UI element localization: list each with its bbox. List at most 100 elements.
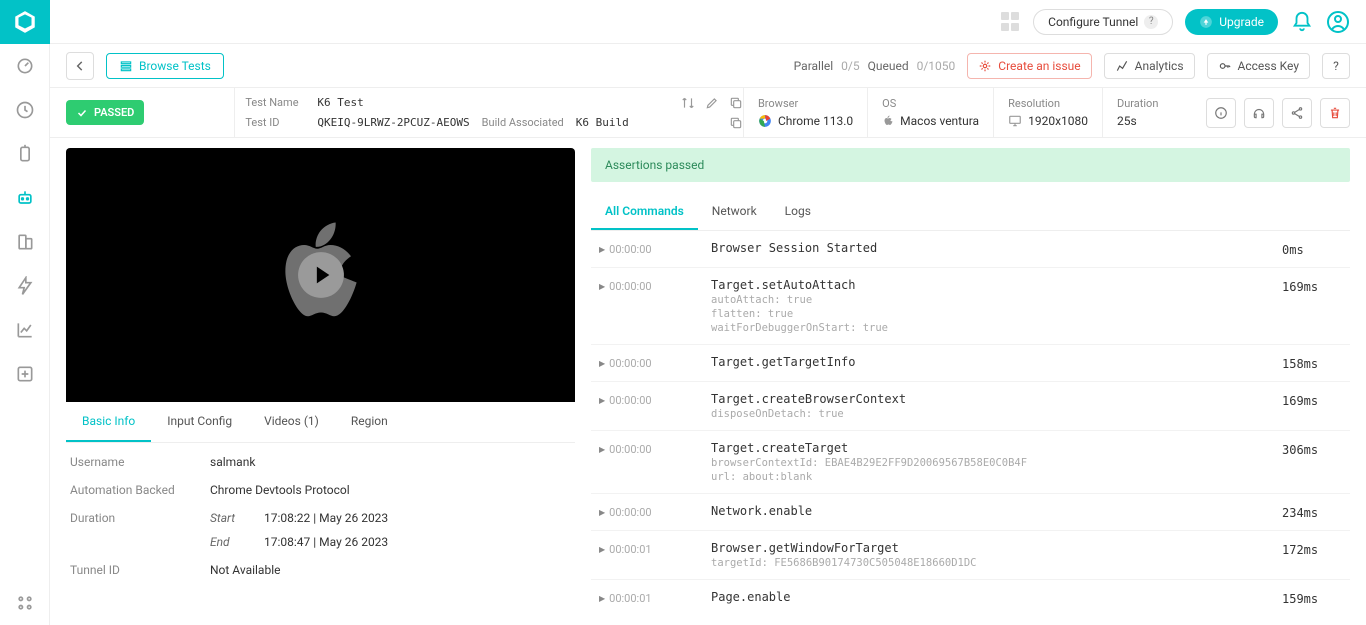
upgrade-button[interactable]: Upgrade: [1185, 9, 1278, 35]
command-timestamp: 00:00:00: [599, 441, 699, 456]
command-name: Target.createBrowserContext: [711, 392, 1270, 406]
video-preview[interactable]: [66, 148, 575, 402]
command-row[interactable]: 00:00:01Browser.getWindowForTargettarget…: [591, 531, 1350, 580]
test-name-value: K6 Test: [317, 96, 363, 109]
duration-label: Duration: [1117, 97, 1178, 110]
access-key-button[interactable]: Access Key: [1207, 53, 1310, 79]
command-timestamp: 00:00:00: [599, 355, 699, 370]
nav-history-icon[interactable]: [0, 88, 50, 132]
os-label: OS: [882, 97, 979, 110]
command-detail: targetId: FE5686B90174730C505048E18660D1…: [711, 557, 1270, 569]
queued-label: Queued: [868, 59, 909, 73]
right-tabs: All Commands Network Logs: [591, 194, 1350, 231]
create-issue-label: Create an issue: [998, 59, 1080, 73]
tab-basic-info[interactable]: Basic Info: [66, 402, 151, 442]
tab-input-config[interactable]: Input Config: [151, 402, 248, 442]
user-avatar-icon[interactable]: [1326, 10, 1350, 34]
automation-value: Chrome Devtools Protocol: [210, 483, 350, 497]
command-duration: 306ms: [1282, 441, 1342, 457]
tab-region[interactable]: Region: [335, 402, 404, 442]
play-icon[interactable]: [296, 250, 346, 300]
command-row[interactable]: 00:00:00 Target.createBrowserContextdispo…: [591, 382, 1350, 431]
command-body: Target.getTargetInfo: [711, 355, 1270, 369]
basic-info-panel: Usernamesalmank Automation BackedChrome …: [66, 443, 575, 589]
grid-apps-icon[interactable]: [1001, 12, 1021, 32]
create-issue-button[interactable]: Create an issue: [967, 53, 1091, 79]
command-row[interactable]: 00:00:00Target.setAutoAttachautoAttach: …: [591, 268, 1350, 345]
right-pane: Assertions passed All Commands Network L…: [575, 138, 1366, 625]
help-button[interactable]: ?: [1322, 53, 1350, 79]
logo[interactable]: [0, 0, 50, 44]
end-value: 17:08:47 | May 26 2023: [264, 535, 388, 549]
topbar: Configure Tunnel? Upgrade: [50, 0, 1366, 44]
command-timestamp: 00:00:00: [599, 504, 699, 519]
headphones-button[interactable]: [1244, 98, 1274, 128]
browse-tests-button[interactable]: Browse Tests: [106, 53, 224, 79]
help-badge-icon: ?: [1144, 15, 1158, 29]
nav-apps-icon[interactable]: [0, 581, 50, 625]
nav-chart-icon[interactable]: [0, 308, 50, 352]
command-duration: 169ms: [1282, 278, 1342, 294]
command-row[interactable]: 00:00:01Page.enable159ms: [591, 580, 1350, 615]
analytics-label: Analytics: [1135, 59, 1184, 73]
tab-all-commands[interactable]: All Commands: [591, 194, 698, 230]
analytics-button[interactable]: Analytics: [1104, 53, 1195, 79]
command-timestamp: 00:00:00: [599, 392, 699, 407]
tab-videos[interactable]: Videos (1): [248, 402, 335, 442]
nav-bolt-icon[interactable]: [0, 264, 50, 308]
command-name: Target.setAutoAttach: [711, 278, 1270, 292]
nav-plus-icon[interactable]: [0, 352, 50, 396]
configure-tunnel-button[interactable]: Configure Tunnel?: [1033, 9, 1173, 35]
queue-info: Parallel 0/5 Queued 0/1050: [794, 59, 956, 73]
delete-button[interactable]: [1320, 98, 1350, 128]
copy-icon[interactable]: [729, 116, 743, 130]
start-value: 17:08:22 | May 26 2023: [264, 511, 388, 525]
tunnel-label: Tunnel ID: [70, 563, 210, 577]
notifications-icon[interactable]: [1290, 10, 1314, 34]
infobar: PASSED Test Name K6 Test Test ID QKEIQ-9…: [50, 88, 1366, 138]
copy-icon[interactable]: [729, 96, 743, 110]
command-row[interactable]: 00:00:00Network.enable234ms: [591, 494, 1350, 531]
nav-device-icon[interactable]: [0, 220, 50, 264]
command-timestamp: 00:00:01: [599, 541, 699, 556]
browse-tests-label: Browse Tests: [139, 59, 211, 73]
info-button[interactable]: [1206, 98, 1236, 128]
command-body: Target.createBrowserContextdisposeOnDeta…: [711, 392, 1270, 420]
test-name-label: Test Name: [245, 96, 305, 109]
tunnel-value: Not Available: [210, 563, 280, 577]
browser-value: Chrome 113.0: [778, 114, 853, 128]
command-duration: 234ms: [1282, 504, 1342, 520]
apple-icon: [882, 114, 894, 128]
duration-value: 25s: [1117, 114, 1178, 128]
os-value: Macos ventura: [900, 114, 979, 128]
help-label: ?: [1333, 59, 1339, 73]
sidebar: [0, 0, 50, 625]
automation-label: Automation Backed: [70, 483, 210, 497]
share-button[interactable]: [1282, 98, 1312, 128]
command-row[interactable]: 00:00:00Browser Session Started0ms: [591, 231, 1350, 268]
build-value: K6 Build: [576, 116, 629, 129]
command-name: Page.enable: [711, 590, 1270, 604]
resolution-value: 1920x1080: [1028, 114, 1088, 128]
back-button[interactable]: [66, 52, 94, 80]
infobar-actions: [1192, 88, 1350, 137]
command-row[interactable]: 00:00:00Target.getTargetInfo158ms: [591, 345, 1350, 382]
tab-network[interactable]: Network: [698, 194, 771, 230]
nav-dashboard-icon[interactable]: [0, 44, 50, 88]
access-key-label: Access Key: [1238, 59, 1299, 73]
command-detail: autoAttach: true: [711, 294, 1270, 306]
nav-robot-icon[interactable]: [0, 176, 50, 220]
command-body: Target.setAutoAttachautoAttach: trueflat…: [711, 278, 1270, 334]
commands-list[interactable]: 00:00:00Browser Session Started0ms00:00:…: [591, 231, 1350, 615]
nav-battery-icon[interactable]: [0, 132, 50, 176]
command-name: Target.getTargetInfo: [711, 355, 1270, 369]
test-meta: Test Name K6 Test Test ID QKEIQ-9LRWZ-2P…: [234, 88, 743, 137]
test-id-label: Test ID: [245, 116, 305, 129]
command-row[interactable]: 00:00:00Target.createTargetbrowserContex…: [591, 431, 1350, 494]
sort-icon[interactable]: [681, 96, 695, 110]
command-duration: 172ms: [1282, 541, 1342, 557]
command-body: Page.enable: [711, 590, 1270, 604]
tab-logs[interactable]: Logs: [771, 194, 825, 230]
edit-icon[interactable]: [705, 96, 719, 110]
command-duration: 0ms: [1282, 241, 1342, 257]
